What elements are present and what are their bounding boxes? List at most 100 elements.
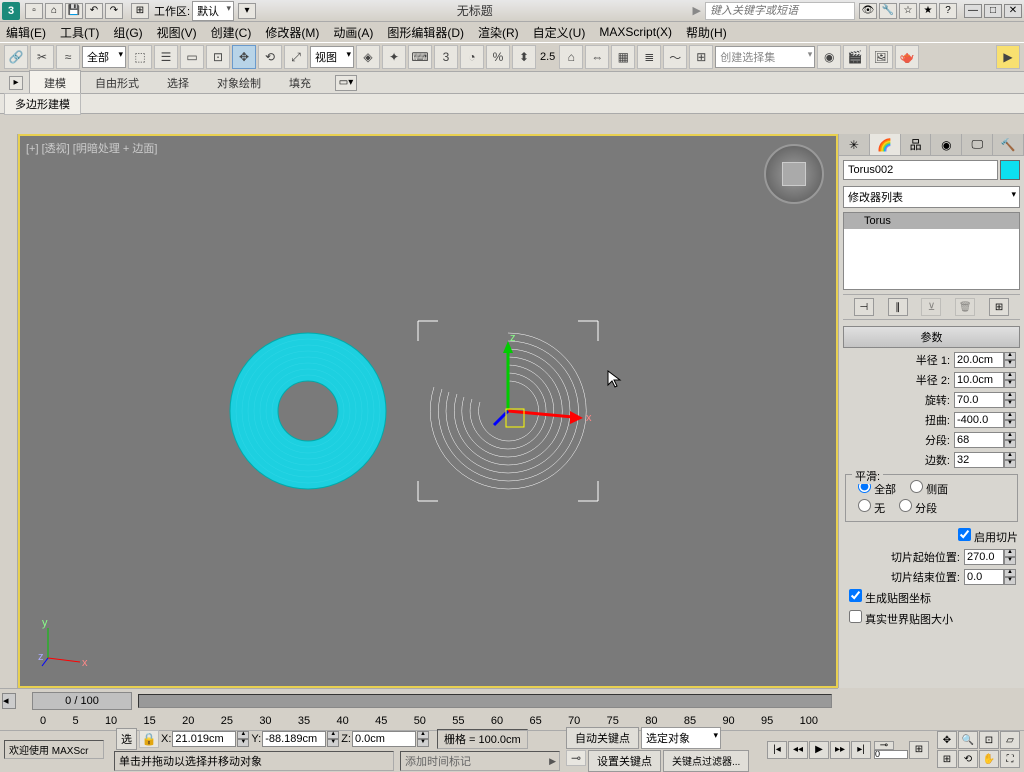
- remove-mod-icon[interactable]: 🗑: [955, 298, 975, 316]
- slice-from-down[interactable]: ▼: [1004, 557, 1016, 565]
- twist-up[interactable]: ▲: [1004, 412, 1016, 420]
- menu-tools[interactable]: 工具(T): [60, 24, 99, 41]
- ribbon-min-icon[interactable]: ▭▾: [335, 75, 357, 91]
- favorite-icon[interactable]: ★: [919, 3, 937, 19]
- time-track[interactable]: [138, 694, 832, 708]
- tab-create[interactable]: ✳: [839, 134, 870, 155]
- menu-animation[interactable]: 动画(A): [333, 24, 373, 41]
- tab-display[interactable]: 🖵: [962, 134, 993, 155]
- search-input[interactable]: [705, 2, 855, 20]
- help-icon[interactable]: ?: [939, 3, 957, 19]
- maximize-button[interactable]: □: [984, 4, 1002, 18]
- rollout-parameters[interactable]: 参数: [843, 326, 1020, 348]
- link-icon[interactable]: 🔗: [4, 45, 28, 69]
- radius2-input[interactable]: [954, 372, 1004, 388]
- segments-down[interactable]: ▼: [1004, 440, 1016, 448]
- select-name-icon[interactable]: ☰: [154, 45, 178, 69]
- tab-modify[interactable]: 🌈: [870, 134, 901, 155]
- mapcoords-checkbox[interactable]: 生成贴图坐标: [849, 589, 931, 606]
- smooth-segs[interactable]: 分段: [899, 499, 937, 516]
- radius2-down[interactable]: ▼: [1004, 380, 1016, 388]
- open-icon[interactable]: ⌂: [45, 3, 63, 19]
- object-name-input[interactable]: [843, 160, 998, 180]
- radius1-down[interactable]: ▼: [1004, 360, 1016, 368]
- selection-lock-icon[interactable]: 选: [116, 728, 137, 750]
- menu-grapheditors[interactable]: 图形编辑器(D): [387, 24, 464, 41]
- pivot-icon[interactable]: ◈: [356, 45, 380, 69]
- rotate-icon[interactable]: ⟲: [258, 45, 282, 69]
- next-frame-icon[interactable]: ▸▸: [830, 741, 850, 759]
- align-icon[interactable]: ▦: [611, 45, 635, 69]
- menu-create[interactable]: 创建(C): [211, 24, 252, 41]
- lock-icon[interactable]: 🔒: [139, 730, 159, 748]
- setkey-icon[interactable]: ⊸: [566, 750, 586, 766]
- viewcube[interactable]: [764, 144, 824, 204]
- viewport[interactable]: [+] [透视] [明暗处理 + 边面]: [18, 134, 838, 688]
- pin-stack-icon[interactable]: ⊣: [854, 298, 874, 316]
- keyobj-select[interactable]: 选定对象: [641, 727, 721, 749]
- select-region-icon[interactable]: ▭: [180, 45, 204, 69]
- fov-icon[interactable]: ▱: [1000, 731, 1020, 749]
- goto-start-icon[interactable]: |◂: [767, 741, 787, 759]
- menu-edit[interactable]: 编辑(E): [6, 24, 46, 41]
- star-icon[interactable]: ☆: [899, 3, 917, 19]
- twist-input[interactable]: [954, 412, 1004, 428]
- tab-motion[interactable]: ◉: [931, 134, 962, 155]
- move-icon[interactable]: ✥: [232, 45, 256, 69]
- orbit-icon[interactable]: ⟲: [958, 750, 978, 768]
- maxscript-mini[interactable]: 欢迎使用 MAXScr: [4, 740, 104, 759]
- slice-from-up[interactable]: ▲: [1004, 549, 1016, 557]
- segments-input[interactable]: [954, 432, 1004, 448]
- bind-icon[interactable]: ≈: [56, 45, 80, 69]
- redo-icon[interactable]: ↷: [105, 3, 123, 19]
- mirror-icon[interactable]: ⇔: [585, 45, 609, 69]
- ribbon-tab-objectpaint[interactable]: 对象绘制: [203, 71, 275, 95]
- workspace-menu-icon[interactable]: ▾: [238, 3, 256, 19]
- radius2-up[interactable]: ▲: [1004, 372, 1016, 380]
- rotation-up[interactable]: ▲: [1004, 392, 1016, 400]
- undo-icon[interactable]: ↶: [85, 3, 103, 19]
- snap-icon[interactable]: 3: [434, 45, 458, 69]
- keyboard-icon[interactable]: ⌨: [408, 45, 432, 69]
- curve-icon[interactable]: 〜: [663, 45, 687, 69]
- goto-end-icon[interactable]: ▸|: [851, 741, 871, 759]
- menu-rendering[interactable]: 渲染(R): [478, 24, 519, 41]
- tab-utilities[interactable]: 🔨: [993, 134, 1024, 155]
- window-cross-icon[interactable]: ⊡: [206, 45, 230, 69]
- render-prod-icon[interactable]: 🫖: [895, 45, 919, 69]
- coord-x-input[interactable]: [172, 731, 236, 747]
- rotation-input[interactable]: [954, 392, 1004, 408]
- slice-to-input[interactable]: [964, 569, 1004, 585]
- sides-up[interactable]: ▲: [1004, 452, 1016, 460]
- refcoord-select[interactable]: 视图: [310, 46, 354, 68]
- walk-icon[interactable]: ✋: [979, 750, 999, 768]
- tab-hierarchy[interactable]: 品: [901, 134, 932, 155]
- current-frame-input[interactable]: [874, 750, 908, 759]
- zoom-ext-icon[interactable]: ⊞: [937, 750, 957, 768]
- time-slider[interactable]: 0 / 100: [32, 692, 132, 710]
- layers-icon[interactable]: ≣: [637, 45, 661, 69]
- menu-help[interactable]: 帮助(H): [686, 24, 727, 41]
- close-button[interactable]: ✕: [1004, 4, 1022, 18]
- unlink-icon[interactable]: ✂: [30, 45, 54, 69]
- realworld-checkbox[interactable]: 真实世界贴图大小: [849, 610, 953, 627]
- new-icon[interactable]: ▫: [25, 3, 43, 19]
- stack-item-torus[interactable]: Torus: [844, 213, 1019, 229]
- timeline-toggle-icon[interactable]: ◂: [2, 693, 16, 709]
- zoom-all-icon[interactable]: ⊡: [979, 731, 999, 749]
- configure-icon[interactable]: ⊞: [989, 298, 1009, 316]
- project-icon[interactable]: ⊞: [131, 3, 149, 19]
- pan-icon[interactable]: ✥: [937, 731, 957, 749]
- keymode-icon[interactable]: ⊸: [874, 741, 894, 750]
- max-toggle-icon[interactable]: ⛶: [1000, 750, 1020, 768]
- named-selset[interactable]: 创建选择集: [715, 46, 815, 68]
- ribbon-tab-selection[interactable]: 选择: [153, 71, 203, 95]
- twist-down[interactable]: ▼: [1004, 420, 1016, 428]
- slice-to-down[interactable]: ▼: [1004, 577, 1016, 585]
- time-tag-input[interactable]: 添加时间标记▶: [400, 751, 560, 771]
- keyfilter-button[interactable]: 关键点过滤器...: [663, 750, 749, 772]
- save-icon[interactable]: 💾: [65, 3, 83, 19]
- spinner-snap-icon[interactable]: ⬍: [512, 45, 536, 69]
- ribbon-tab-populate[interactable]: 填充: [275, 71, 325, 95]
- sides-down[interactable]: ▼: [1004, 460, 1016, 468]
